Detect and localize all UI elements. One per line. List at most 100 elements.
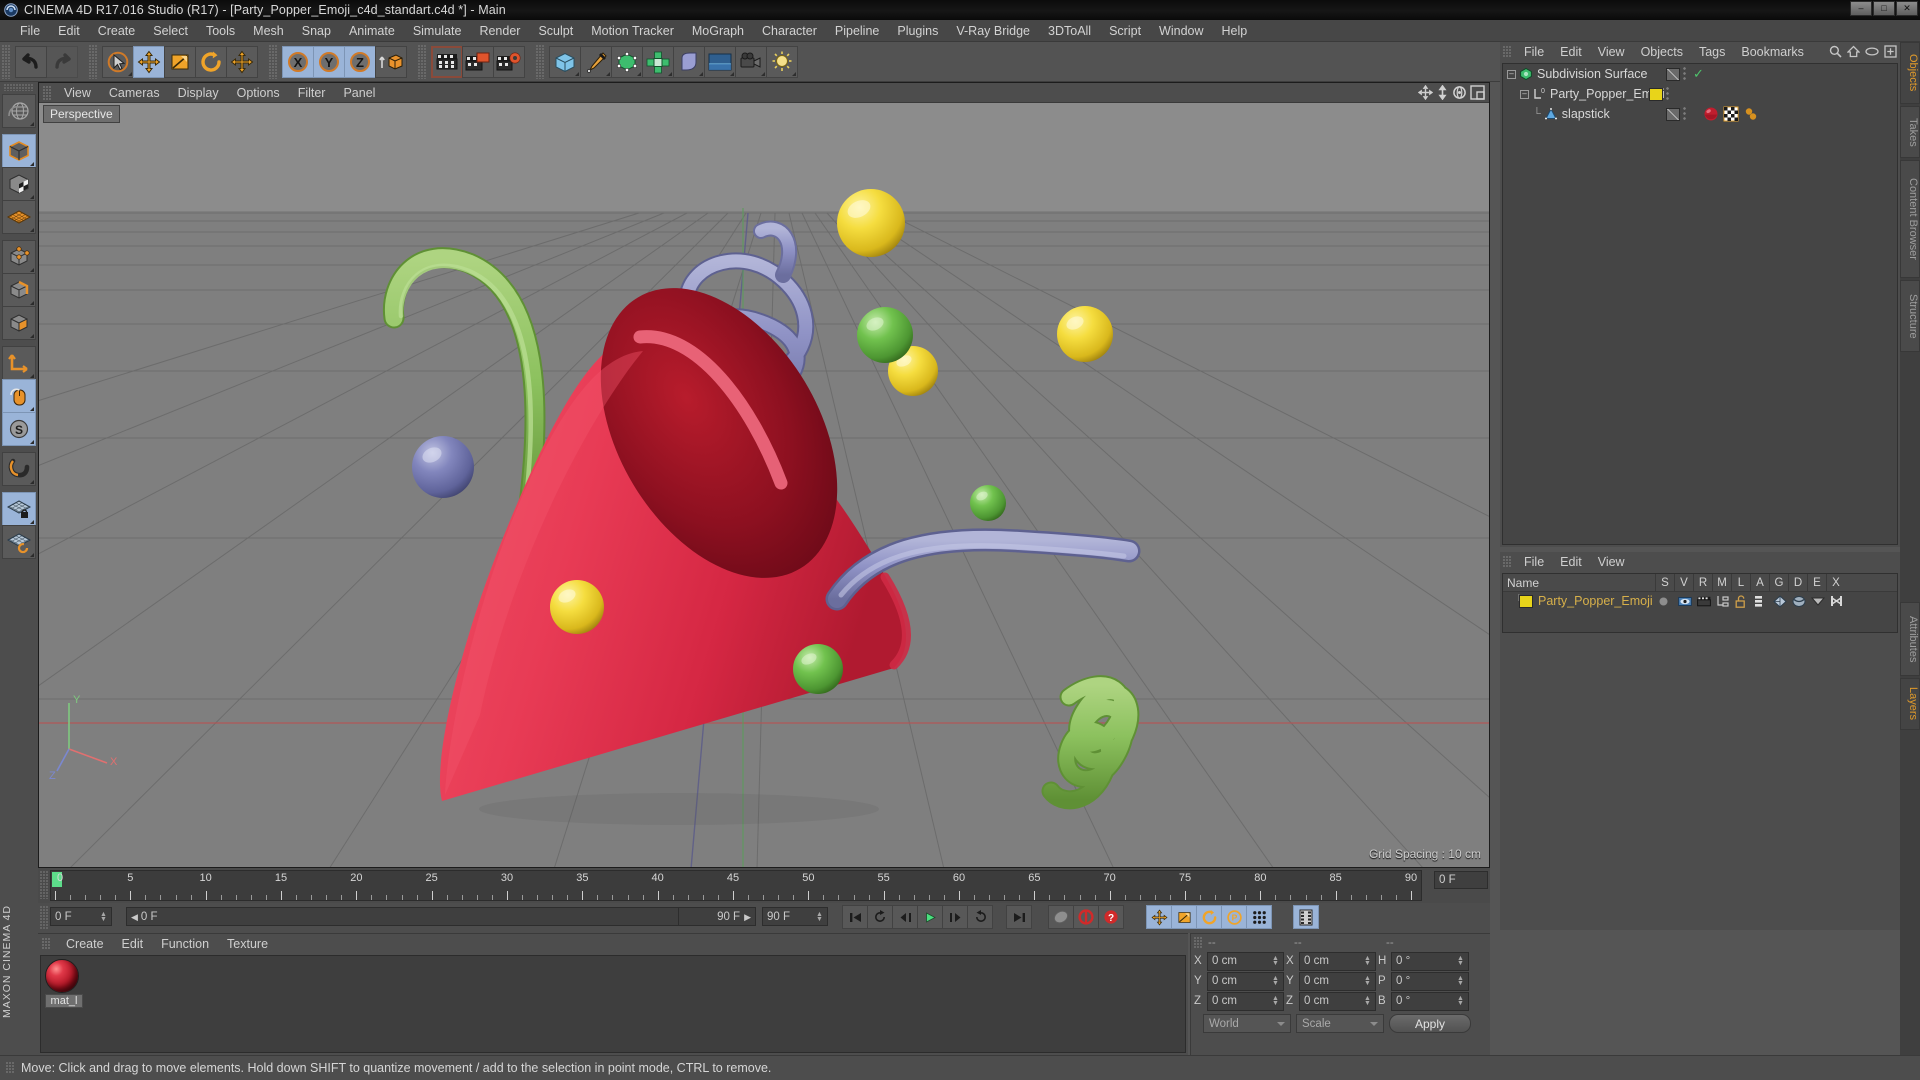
layer-col-r[interactable]: R [1693,573,1712,592]
toolbar-grip-4[interactable] [418,44,426,79]
menu-plugins[interactable]: Plugins [888,20,947,42]
visibility-dots-icon-3[interactable] [1683,107,1688,121]
menu-snap[interactable]: Snap [293,20,340,42]
layer-col-d[interactable]: D [1788,573,1807,592]
layer-col-g[interactable]: G [1769,573,1788,592]
objmgr-menu-bookmarks[interactable]: Bookmarks [1733,42,1812,62]
spinner-icon[interactable]: ▲ ▼ [1272,955,1279,967]
add-array-button[interactable] [642,45,674,78]
transport-max-frame-field[interactable]: 90 F ▲ ▼ [762,907,828,926]
add-camera-button[interactable] [735,45,767,78]
coord-field-rot-p[interactable]: 0 ° ▲ ▼ [1391,971,1469,991]
window-controls[interactable]: – □ ✕ [1850,1,1918,16]
animation-icon[interactable] [1754,595,1773,608]
record-active-objects-button[interactable] [1048,905,1074,929]
expression-icon[interactable] [1811,596,1830,607]
scale-tool-button[interactable] [164,45,196,78]
material-list[interactable]: mat_l [40,955,1186,1053]
tab-objects[interactable]: Objects [1900,42,1920,104]
viewport-menu-panel[interactable]: Panel [334,83,384,103]
pla-key-button[interactable] [1246,905,1272,929]
go-to-end-button[interactable] [1006,905,1032,929]
menu-script[interactable]: Script [1100,20,1150,42]
previous-frame-button[interactable] [892,905,918,929]
magnet-button[interactable] [2,452,36,486]
object-row-slapstick[interactable]: └ slapstick [1503,104,1897,124]
object-tree[interactable]: – Subdivision Surface ✓ – 0 Party_Popper… [1502,63,1898,545]
xref-icon[interactable] [1830,595,1849,607]
apply-button[interactable]: Apply [1389,1014,1471,1033]
snap-settings-button[interactable]: S [2,412,36,446]
tab-attributes[interactable]: Attributes [1900,602,1920,676]
menu-simulate[interactable]: Simulate [404,20,471,42]
objmgr-menu-file[interactable]: File [1516,42,1552,62]
object-row-subdivision-surface[interactable]: – Subdivision Surface ✓ [1503,64,1897,84]
play-loop-button[interactable] [967,905,993,929]
timeline-button[interactable] [1293,905,1319,929]
lock-y-axis-button[interactable]: Y [313,45,345,78]
timeline-current-frame-field[interactable]: 0 F [1434,871,1488,889]
layer-col-x[interactable]: X [1826,573,1845,592]
layer-color-swatch-2[interactable] [1519,594,1533,608]
objmgr-menu-objects[interactable]: Objects [1633,42,1691,62]
left-toolbar-grip[interactable] [4,84,34,91]
timeline-grip[interactable] [40,871,48,899]
layer-col-m[interactable]: M [1712,573,1731,592]
menu-pipeline[interactable]: Pipeline [826,20,888,42]
spinner-icon[interactable]: ▲ ▼ [1457,995,1464,1007]
transport-range-start-field[interactable]: ◀ 0 F [126,907,756,926]
spinner-icon[interactable]: ▲ ▼ [1272,975,1279,987]
layer-col-v[interactable]: V [1674,573,1693,592]
world-object-coord-button[interactable] [375,45,407,78]
layer-col-e[interactable]: E [1807,573,1826,592]
expander-icon-2[interactable]: – [1520,89,1529,99]
viewport-menu-options[interactable]: Options [228,83,289,103]
coord-field-pos-z[interactable]: 0 cm ▲ ▼ [1207,991,1284,1011]
toolbar-grip[interactable] [2,44,10,79]
undo-view-button[interactable] [2,94,36,128]
minimize-button[interactable]: – [1850,1,1872,16]
workplane-lock-button[interactable] [2,492,36,526]
spinner-icon[interactable]: ▲ ▼ [1364,975,1371,987]
visible-eye-icon[interactable] [1678,596,1697,607]
move-tool-button[interactable] [133,45,165,78]
laymgr-menu-file[interactable]: File [1516,552,1552,572]
go-to-start-button[interactable] [842,905,868,929]
home-icon[interactable] [1847,45,1860,58]
visibility-dots-icon-2[interactable] [1666,87,1671,101]
toolbar-grip-3[interactable] [269,44,277,79]
viewport-menu-grip[interactable] [43,85,52,100]
menu-create[interactable]: Create [89,20,145,42]
undo-button[interactable] [15,45,47,78]
render-to-picture-viewer-button[interactable] [462,45,494,78]
redo-button[interactable] [46,45,78,78]
live-selection-button[interactable] [102,45,134,78]
spinner-icon[interactable]: ▲ ▼ [100,911,107,923]
polygon-mode-button[interactable] [2,200,36,234]
coord-field-rot-h[interactable]: 0 ° ▲ ▼ [1391,951,1469,971]
material-menu-function[interactable]: Function [152,934,218,954]
material-red-icon[interactable] [1703,106,1719,122]
visibility-dots-icon[interactable] [1683,67,1688,81]
workplane-rotate-button[interactable] [2,525,36,559]
layer-row[interactable]: └ Party_Popper_Emoji [1503,592,1897,610]
laymgr-menu-view[interactable]: View [1590,552,1633,572]
param-key-button[interactable]: P [1221,905,1247,929]
rotation-key-button[interactable] [1196,905,1222,929]
render-clapper-icon[interactable] [1697,596,1716,607]
add-deformer-button[interactable] [673,45,705,78]
menu-animate[interactable]: Animate [340,20,404,42]
point-mode-button[interactable] [2,240,36,274]
play-forward-button[interactable] [917,905,943,929]
add-cube-button[interactable] [549,45,581,78]
coord-field-size-z[interactable]: 0 cm ▲ ▼ [1299,991,1376,1011]
viewport-menu-cameras[interactable]: Cameras [100,83,169,103]
visibility-swatch-3[interactable] [1666,107,1680,121]
transform-mode-dropdown[interactable]: Scale [1296,1014,1384,1033]
coord-field-rot-b[interactable]: 0 ° ▲ ▼ [1391,991,1469,1011]
menu-help[interactable]: Help [1213,20,1257,42]
spinner-icon[interactable]: ▲ ▼ [1272,995,1279,1007]
menubar-grip[interactable] [1,20,11,42]
menu-vray-bridge[interactable]: V-Ray Bridge [947,20,1039,42]
menu-sculpt[interactable]: Sculpt [529,20,582,42]
